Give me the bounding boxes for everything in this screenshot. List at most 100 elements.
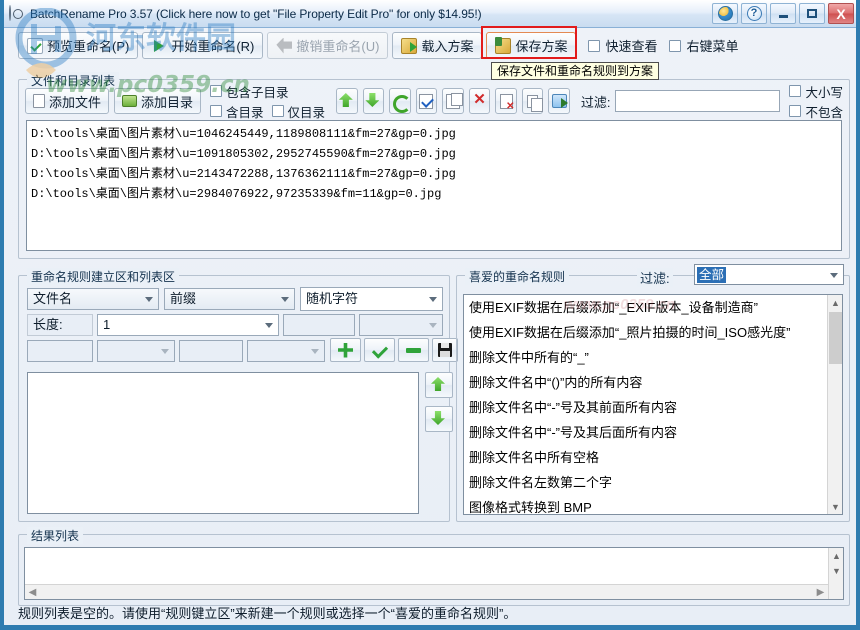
- favorite-filter-value: 全部: [697, 267, 727, 283]
- result-list-legend: 结果列表: [27, 527, 84, 544]
- minimize-button[interactable]: [770, 3, 796, 24]
- chevron-down-icon: [145, 297, 153, 302]
- favorite-rules-list[interactable]: 使用EXIF数据在后缀添加“_EXIF版本_设备制造商” 使用EXIF数据在后缀…: [463, 294, 843, 515]
- file-icon: [33, 94, 45, 108]
- file-filter-input[interactable]: [615, 90, 781, 112]
- favorite-rule-item[interactable]: 使用EXIF数据在后缀添加“_EXIF版本_设备制造商”: [464, 295, 842, 320]
- not-contain-checkbox[interactable]: 不包含: [789, 102, 843, 121]
- select-all-button[interactable]: [415, 88, 438, 114]
- favorite-filter-select[interactable]: 全部: [694, 264, 844, 285]
- context-menu-checkbox[interactable]: 右键菜单: [669, 36, 739, 55]
- result-list[interactable]: ▲ ▼ ◀ ▶: [24, 547, 844, 600]
- scroll-down-icon[interactable]: ▼: [828, 499, 842, 514]
- chevron-down-icon: [429, 297, 437, 302]
- scrollbar-thumb[interactable]: [829, 312, 842, 364]
- remove-all-button[interactable]: [495, 88, 517, 114]
- undo-rename-button[interactable]: 撤销重命名(U): [267, 32, 389, 59]
- remove-rule-button[interactable]: [398, 338, 429, 362]
- move-down-icon: [365, 93, 381, 109]
- file-filter-label: 过滤:: [580, 94, 611, 110]
- row3-field-b[interactable]: [97, 340, 175, 362]
- length-label: 长度:: [27, 314, 93, 336]
- file-toolbar: 添加文件 添加目录 包含子目录 含目录 仅目录 ✕ ✕ 过滤: 大小写 不包含: [25, 85, 843, 120]
- row3-field-d[interactable]: [247, 340, 325, 362]
- extra-field-2[interactable]: [359, 314, 443, 336]
- row3-field-a[interactable]: [27, 340, 93, 362]
- apply-rule-button[interactable]: [364, 338, 395, 362]
- move-down-button[interactable]: [362, 88, 385, 114]
- favorite-rule-item[interactable]: 使用EXIF数据在后缀添加“_照片拍摄的时间_ISO感光度”: [464, 320, 842, 345]
- only-dirs-checkbox[interactable]: 仅目录: [271, 102, 326, 121]
- maximize-button[interactable]: [799, 3, 825, 24]
- length-input[interactable]: 1: [97, 314, 279, 336]
- save-plan-button[interactable]: 保存方案: [486, 32, 577, 59]
- start-rename-button[interactable]: 开始重命名(R): [142, 32, 264, 59]
- favorite-rule-item[interactable]: 图像格式转换到 BMP: [464, 495, 842, 514]
- scroll-up-icon[interactable]: ▲: [829, 548, 844, 563]
- start-rename-label: 开始重命名(R): [171, 39, 255, 54]
- move-up-icon: [339, 93, 355, 109]
- preview-rename-button[interactable]: 预览重命名(P): [18, 32, 139, 59]
- extra-field-1[interactable]: [283, 314, 355, 336]
- save-plan-wrapper: 保存方案: [481, 26, 578, 59]
- refresh-button[interactable]: [389, 88, 412, 114]
- folder-icon: [122, 95, 138, 107]
- move-rule-up-button[interactable]: [425, 372, 453, 398]
- scroll-left-icon[interactable]: ◀: [25, 585, 40, 599]
- row3-field-c[interactable]: [179, 340, 243, 362]
- favorite-rule-item[interactable]: 删除文件名中所有空格: [464, 445, 842, 470]
- result-list-hscrollbar[interactable]: ◀ ▶: [25, 584, 828, 599]
- mode-select[interactable]: 随机字符: [300, 287, 443, 311]
- favorite-rule-item[interactable]: 删除文件名中“()”内的所有内容: [464, 370, 842, 395]
- quick-view-checkbox[interactable]: 快速查看: [588, 36, 657, 55]
- invert-selection-button[interactable]: [442, 88, 464, 114]
- file-row[interactable]: D:\tools\桌面\图片素材\u=1091805302,2952745590…: [31, 144, 837, 164]
- result-list-vscrollbar[interactable]: ▲ ▼: [828, 548, 843, 599]
- move-up-button[interactable]: [336, 88, 358, 114]
- match-case-checkbox[interactable]: 大小写: [789, 82, 843, 101]
- checkbox-icon: [789, 85, 802, 97]
- file-row[interactable]: D:\tools\桌面\图片素材\u=1046245449,1189808111…: [31, 124, 837, 144]
- file-list[interactable]: D:\tools\桌面\图片素材\u=1046245449,1189808111…: [26, 120, 842, 251]
- export-button[interactable]: [548, 88, 570, 114]
- checkbox-icon: [588, 39, 601, 52]
- chevron-down-icon: [830, 273, 838, 278]
- only-dirs-label: 仅目录: [287, 105, 326, 120]
- favorite-list-scrollbar[interactable]: ▲ ▼: [827, 295, 842, 514]
- load-plan-button[interactable]: 载入方案: [392, 32, 483, 59]
- favorite-filter-label: 过滤:: [637, 268, 673, 287]
- save-plan-tooltip: 保存文件和重命名规则到方案: [491, 62, 660, 80]
- include-subdirs-checkbox[interactable]: 包含子目录: [210, 82, 325, 101]
- rule-list[interactable]: [27, 372, 419, 514]
- minimize-icon: [778, 15, 788, 18]
- close-button[interactable]: X: [828, 3, 854, 24]
- target-select-value: 文件名: [33, 291, 73, 306]
- add-folder-button[interactable]: 添加目录: [114, 88, 202, 114]
- move-rule-down-button[interactable]: [425, 406, 453, 432]
- copy-button[interactable]: [521, 88, 544, 114]
- favorite-rule-item[interactable]: 删除文件名中“-”号及其后面所有内容: [464, 420, 842, 445]
- remove-all-icon: [499, 93, 515, 112]
- add-rule-button[interactable]: [330, 338, 361, 362]
- add-file-button[interactable]: 添加文件: [25, 88, 110, 114]
- scroll-right-icon[interactable]: ▶: [813, 585, 828, 599]
- remove-selected-button[interactable]: ✕: [468, 88, 491, 114]
- file-row[interactable]: D:\tools\桌面\图片素材\u=2984076922,97235339&f…: [31, 184, 837, 204]
- favorite-rule-item[interactable]: 删除文件中所有的“_”: [464, 345, 842, 370]
- favorite-rules-group: 喜爱的重命名规则 过滤: 全部 使用EXIF数据在后缀添加“_EXIF版本_设备…: [456, 264, 850, 522]
- favorite-rule-item[interactable]: 删除文件名中“-”号及其前面所有内容: [464, 395, 842, 420]
- help-button[interactable]: ?: [741, 3, 767, 24]
- scroll-up-icon[interactable]: ▲: [828, 295, 842, 310]
- scroll-down-icon[interactable]: ▼: [829, 563, 844, 578]
- web-link-button[interactable]: [712, 3, 738, 24]
- remove-icon: ✕: [473, 91, 486, 108]
- favorite-rule-item[interactable]: 删除文件名左数第二个字: [464, 470, 842, 495]
- refresh-icon: [392, 94, 412, 113]
- position-select[interactable]: 前缀: [164, 288, 295, 310]
- target-select[interactable]: 文件名: [27, 288, 159, 310]
- chevron-down-icon: [281, 297, 289, 302]
- include-dirs-checkbox[interactable]: 含目录: [210, 102, 264, 121]
- file-row[interactable]: D:\tools\桌面\图片素材\u=2143472288,1376362111…: [31, 164, 837, 184]
- save-rule-button[interactable]: [432, 338, 458, 362]
- add-folder-label: 添加目录: [141, 94, 194, 110]
